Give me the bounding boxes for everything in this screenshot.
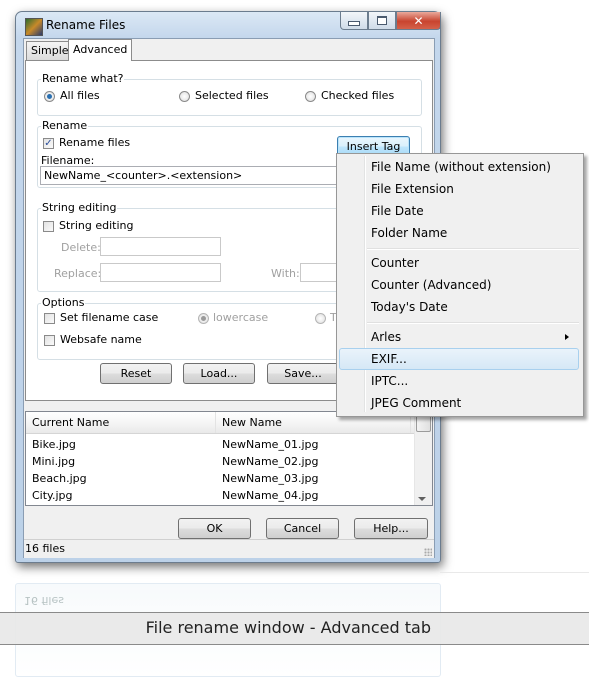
with-label: With:	[271, 267, 300, 280]
menu-separator	[367, 248, 579, 250]
menu-item-iptc[interactable]: IPTC...	[339, 370, 579, 392]
delete-label: Delete:	[61, 241, 101, 254]
file-row[interactable]: City.jpg NewName_04.jpg	[26, 487, 415, 504]
menu-item-file-extension[interactable]: File Extension	[339, 178, 579, 200]
lowercase-radio[interactable]	[198, 313, 209, 324]
string-editing-group-label: String editing	[41, 201, 118, 214]
string-editing-checkbox[interactable]	[43, 221, 54, 232]
set-filename-case-checkbox[interactable]	[44, 313, 55, 324]
menu-item-arles[interactable]: Arles	[339, 326, 579, 348]
minimize-button[interactable]	[340, 12, 368, 30]
menu-item-jpeg-comment[interactable]: JPEG Comment	[339, 392, 579, 414]
file-list-scrollbar[interactable]	[414, 412, 432, 505]
status-bar: 16 files	[24, 539, 434, 558]
websafe-name-label[interactable]: Websafe name	[60, 333, 142, 346]
current-name-cell: Bike.jpg	[32, 438, 76, 451]
all-files-radio[interactable]	[44, 91, 55, 102]
string-editing-checkbox-label[interactable]: String editing	[59, 219, 133, 232]
file-row[interactable]: Mini.jpg NewName_02.jpg	[26, 453, 415, 470]
file-list[interactable]: Current Name New Name Bike.jpg NewName_0…	[25, 411, 433, 506]
ok-button[interactable]: OK	[178, 518, 251, 539]
caption-bar: File rename window - Advanced tab	[0, 612, 589, 645]
cancel-button[interactable]: Cancel	[266, 518, 339, 539]
rename-what-label: Rename what?	[41, 72, 125, 85]
menu-separator	[367, 322, 579, 324]
menu-item-file-name[interactable]: File Name (without extension)	[339, 156, 579, 178]
resize-grip-icon[interactable]	[424, 548, 432, 556]
file-row[interactable]: Beach.jpg NewName_03.jpg	[26, 470, 415, 487]
scroll-down-arrow-icon[interactable]	[418, 497, 426, 501]
replace-label: Replace:	[54, 267, 102, 280]
rename-group-label: Rename	[41, 119, 89, 132]
menu-item-todays-date[interactable]: Today's Date	[339, 296, 579, 318]
menu-item-exif[interactable]: EXIF...	[339, 348, 579, 370]
replace-input[interactable]	[100, 263, 221, 282]
save-button[interactable]: Save...	[267, 363, 339, 384]
titlecase-radio[interactable]	[315, 313, 326, 324]
maximize-icon	[377, 16, 387, 25]
submenu-arrow-icon	[565, 334, 569, 340]
menu-item-counter-advanced[interactable]: Counter (Advanced)	[339, 274, 579, 296]
selected-files-label[interactable]: Selected files	[195, 89, 269, 102]
reset-button[interactable]: Reset	[100, 363, 172, 384]
tab-advanced[interactable]: Advanced	[68, 39, 132, 61]
checked-files-radio[interactable]	[305, 91, 316, 102]
rename-files-label[interactable]: Rename files	[59, 136, 130, 149]
file-row[interactable]: Bike.jpg NewName_01.jpg	[26, 436, 415, 453]
new-name-cell: NewName_01.jpg	[222, 438, 319, 451]
current-name-cell: City.jpg	[32, 489, 73, 502]
checked-files-label[interactable]: Checked files	[321, 89, 394, 102]
all-files-label[interactable]: All files	[60, 89, 100, 102]
lowercase-label[interactable]: lowercase	[213, 311, 268, 324]
new-name-cell: NewName_03.jpg	[222, 472, 319, 485]
tab-simple[interactable]: Simple	[26, 41, 74, 60]
close-button[interactable]: ✕	[396, 12, 441, 30]
set-filename-case-label[interactable]: Set filename case	[60, 311, 158, 324]
load-button[interactable]: Load...	[183, 363, 255, 384]
reflection-status-text: 16 files	[24, 594, 64, 607]
menu-item-folder-name[interactable]: Folder Name	[339, 222, 579, 244]
current-name-cell: Mini.jpg	[32, 455, 76, 468]
new-name-cell: NewName_04.jpg	[222, 489, 319, 502]
current-name-cell: Beach.jpg	[32, 472, 87, 485]
delete-input[interactable]	[100, 237, 221, 256]
maximize-button[interactable]	[368, 12, 396, 30]
window-title: Rename Files	[46, 18, 126, 32]
new-name-cell: NewName_02.jpg	[222, 455, 319, 468]
app-portrait-icon	[25, 18, 43, 36]
selected-files-radio[interactable]	[179, 91, 190, 102]
menu-item-file-date[interactable]: File Date	[339, 200, 579, 222]
minimize-icon	[348, 20, 360, 26]
column-current-name[interactable]: Current Name	[26, 412, 216, 433]
title-bar-controls: ✕	[340, 12, 441, 30]
options-group-label: Options	[41, 296, 86, 309]
websafe-name-checkbox[interactable]	[44, 335, 55, 346]
insert-tag-menu: File Name (without extension) File Exten…	[336, 153, 584, 417]
help-button[interactable]: Help...	[354, 518, 428, 539]
menu-item-counter[interactable]: Counter	[339, 252, 579, 274]
rename-files-checkbox[interactable]: ✓	[43, 138, 54, 149]
caption-text: File rename window - Advanced tab	[145, 618, 431, 637]
file-count-status: 16 files	[25, 542, 65, 555]
divider-line	[440, 572, 589, 573]
close-icon: ✕	[413, 13, 424, 28]
